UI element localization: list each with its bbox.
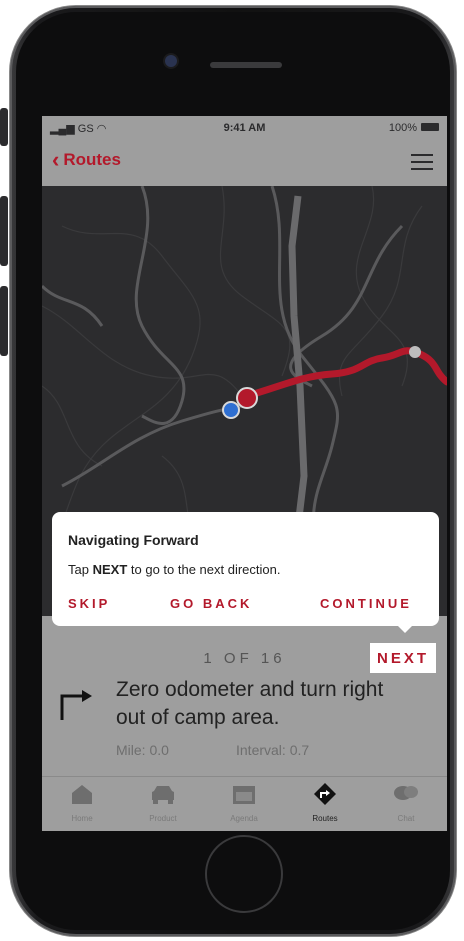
- tab-label: Home: [71, 814, 93, 823]
- tooltip-body-keyword: NEXT: [92, 562, 128, 577]
- volume-down-button: [0, 286, 8, 356]
- back-button[interactable]: ‹ Routes: [52, 147, 121, 172]
- tab-product[interactable]: Product: [123, 783, 203, 823]
- current-location-marker: [222, 401, 240, 419]
- tooltip-body-prefix: Tap: [68, 562, 89, 577]
- volume-up-button: [0, 196, 8, 266]
- tab-chat[interactable]: Chat: [366, 783, 446, 823]
- nav-bar: ‹ Routes: [42, 140, 447, 186]
- car-icon: [152, 786, 174, 804]
- tooltip-body-suffix: to go to the next direction.: [130, 562, 281, 577]
- tab-label: Product: [149, 814, 177, 823]
- calendar-icon: [233, 786, 255, 804]
- chat-icon: [394, 786, 418, 800]
- tooltip-body: Tap NEXT to go to the next direction.: [68, 562, 281, 577]
- screen: ▂▄▆ GS ◠ 9:41 AM 100% ‹ Routes 1 OF 16 N…: [42, 116, 447, 831]
- front-camera: [165, 55, 177, 67]
- tab-label: Chat: [397, 814, 415, 823]
- earpiece-speaker: [210, 62, 282, 68]
- tooltip-title: Navigating Forward: [68, 532, 199, 548]
- skip-button[interactable]: SKIP: [68, 596, 110, 611]
- tab-agenda[interactable]: Agenda: [204, 783, 284, 823]
- status-time: 9:41 AM: [223, 122, 266, 134]
- route-start-marker[interactable]: [236, 387, 258, 409]
- battery-percent: 100%: [388, 122, 417, 134]
- go-back-button[interactable]: GO BACK: [170, 596, 252, 611]
- route-end-marker[interactable]: [409, 346, 421, 358]
- interval-readout: Interval: 0.7: [236, 742, 310, 758]
- tab-home[interactable]: Home: [42, 783, 122, 823]
- next-button[interactable]: NEXT: [370, 643, 436, 673]
- home-icon: [72, 785, 92, 804]
- status-bar: ▂▄▆ GS ◠ 9:41 AM 100%: [42, 116, 447, 140]
- mute-switch: [0, 108, 8, 146]
- back-label: Routes: [63, 150, 121, 169]
- tab-bar: Home Product Agenda Routes Chat: [42, 776, 447, 831]
- tab-routes[interactable]: Routes: [285, 783, 365, 823]
- tooltip-pointer: [395, 623, 415, 633]
- tab-label: Agenda: [230, 814, 258, 823]
- chevron-left-icon: ‹: [52, 147, 60, 172]
- tab-label: Routes: [312, 814, 338, 823]
- battery-icon: [421, 123, 439, 131]
- direction-instruction: Zero odometer and turn right out of camp…: [116, 678, 384, 729]
- turn-right-icon: [60, 690, 92, 720]
- list-menu-icon[interactable]: [411, 154, 433, 172]
- route-icon: [314, 783, 336, 805]
- onboarding-tooltip: Navigating Forward Tap NEXT to go to the…: [52, 512, 439, 633]
- continue-button[interactable]: CONTINUE: [320, 596, 412, 611]
- mile-readout: Mile: 0.0: [116, 742, 169, 758]
- home-button[interactable]: [205, 835, 283, 913]
